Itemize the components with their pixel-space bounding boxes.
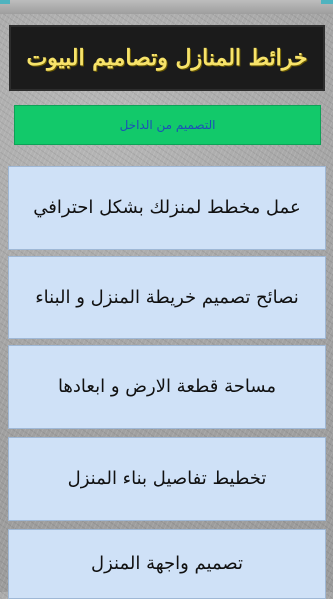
menu-item-label: تخطيط تفاصيل بناء المنزل [67,468,267,489]
menu-item-label: عمل مخطط لمنزلك بشكل احترافي [33,197,301,218]
interior-design-label: التصميم من الداخل [119,118,216,132]
menu-item-label: تصميم واجهة المنزل [91,553,243,574]
menu-item-label: مساحة قطعة الارض و ابعادها [57,376,277,397]
accent-edge-left [0,0,10,4]
menu-item-construction-details[interactable]: تخطيط تفاصيل بناء المنزل [8,437,326,521]
top-strip [0,0,333,14]
menu-item-map-design-tips[interactable]: نصائح تصميم خريطة المنزل و البناء [8,256,326,339]
menu-item-land-area[interactable]: مساحة قطعة الارض و ابعادها [8,345,326,429]
menu-item-facade-design[interactable]: تصميم واجهة المنزل [8,529,326,599]
interior-design-button[interactable]: التصميم من الداخل [14,105,321,145]
app-title: خرائط المنازل وتصاميم البيوت [26,45,308,71]
menu-item-label: نصائح تصميم خريطة المنزل و البناء [35,286,299,308]
app-title-banner: خرائط المنازل وتصاميم البيوت [9,25,325,91]
accent-edge-right [321,0,333,4]
menu-item-professional-plan[interactable]: عمل مخطط لمنزلك بشكل احترافي [8,166,326,250]
